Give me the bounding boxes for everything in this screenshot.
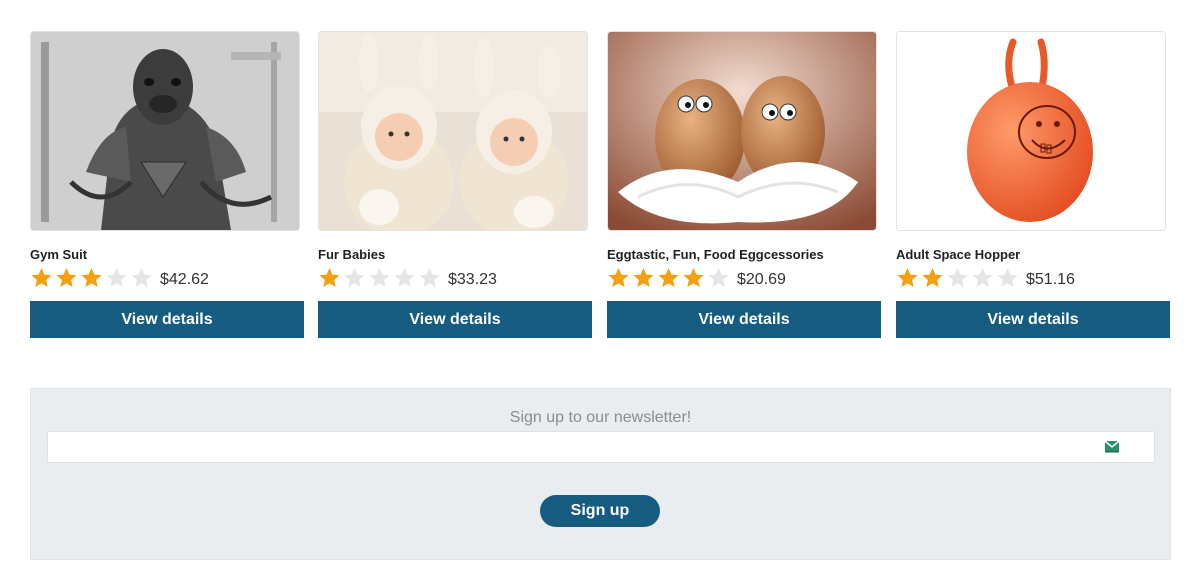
rating-stars <box>318 267 443 291</box>
star-empty-icon <box>707 267 732 291</box>
star-filled-icon <box>318 267 343 291</box>
view-details-button[interactable]: View details <box>896 301 1170 338</box>
star-filled-icon <box>657 267 682 291</box>
product-title[interactable]: Eggtastic, Fun, Food Eggcessories <box>607 247 881 263</box>
product-meta: $20.69 <box>607 267 881 291</box>
view-details-button[interactable]: View details <box>607 301 881 338</box>
product-price: $42.62 <box>160 271 209 288</box>
product-card: Gym Suit $42.62 View details <box>30 31 304 338</box>
star-empty-icon <box>343 267 368 291</box>
star-filled-icon <box>632 267 657 291</box>
product-price: $20.69 <box>737 271 786 288</box>
star-empty-icon <box>368 267 393 291</box>
star-filled-icon <box>607 267 632 291</box>
product-title[interactable]: Adult Space Hopper <box>896 247 1170 263</box>
star-filled-icon <box>921 267 946 291</box>
rating-stars <box>896 267 1021 291</box>
star-empty-icon <box>393 267 418 291</box>
rating-stars <box>30 267 155 291</box>
star-empty-icon <box>946 267 971 291</box>
star-filled-icon <box>80 267 105 291</box>
product-meta: $33.23 <box>318 267 592 291</box>
newsletter-email-input[interactable] <box>54 432 1098 462</box>
newsletter-title: Sign up to our newsletter! <box>509 409 692 426</box>
product-image[interactable] <box>318 31 588 231</box>
view-details-button[interactable]: View details <box>30 301 304 338</box>
star-empty-icon <box>996 267 1021 291</box>
product-price: $51.16 <box>1026 271 1075 288</box>
star-empty-icon <box>105 267 130 291</box>
product-card: Eggtastic, Fun, Food Eggcessories $20.69… <box>607 31 881 338</box>
product-meta: $51.16 <box>896 267 1170 291</box>
product-grid: Gym Suit $42.62 View details Fur Babies … <box>30 31 1170 341</box>
product-title[interactable]: Fur Babies <box>318 247 592 263</box>
product-price: $33.23 <box>448 271 497 288</box>
sign-up-button[interactable]: Sign up <box>540 495 660 527</box>
newsletter-section: Sign up to our newsletter! Sign up <box>30 388 1171 560</box>
product-meta: $42.62 <box>30 267 304 291</box>
product-card: Adult Space Hopper $51.16 View details <box>896 31 1170 338</box>
product-image[interactable] <box>30 31 300 231</box>
rating-stars <box>607 267 732 291</box>
product-card: Fur Babies $33.23 View details <box>318 31 592 338</box>
newsletter-email-field[interactable] <box>47 431 1155 463</box>
star-filled-icon <box>682 267 707 291</box>
star-filled-icon <box>30 267 55 291</box>
product-image[interactable] <box>896 31 1166 231</box>
mail-icon <box>1104 439 1120 453</box>
star-filled-icon <box>55 267 80 291</box>
star-empty-icon <box>971 267 996 291</box>
star-empty-icon <box>418 267 443 291</box>
star-filled-icon <box>896 267 921 291</box>
view-details-button[interactable]: View details <box>318 301 592 338</box>
product-title[interactable]: Gym Suit <box>30 247 304 263</box>
product-image[interactable] <box>607 31 877 231</box>
star-empty-icon <box>130 267 155 291</box>
